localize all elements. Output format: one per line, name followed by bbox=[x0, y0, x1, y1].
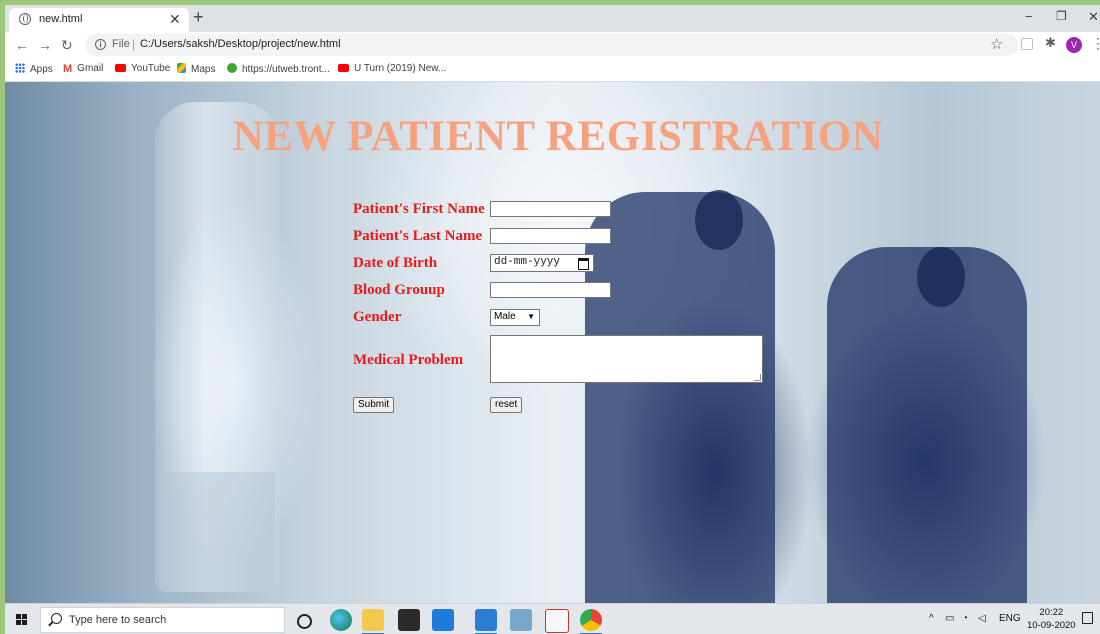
gender-select[interactable]: Male ▼ bbox=[490, 309, 540, 326]
menu-kebab-icon[interactable]: ⋮ bbox=[1091, 35, 1100, 52]
doctor-head bbox=[695, 190, 743, 250]
page-title: NEW PATIENT REGISTRATION bbox=[232, 113, 884, 160]
mail-icon[interactable] bbox=[432, 609, 454, 631]
iv-bag-liquid bbox=[160, 472, 275, 592]
doctor-head bbox=[917, 247, 965, 307]
url-text: C:/Users/saksh/Desktop/project/new.html bbox=[140, 38, 341, 50]
youtube-icon bbox=[115, 64, 126, 72]
chevron-up-icon[interactable]: ^ bbox=[929, 613, 934, 624]
address-bar[interactable]: i File | C:/Users/saksh/Desktop/project/… bbox=[85, 34, 1018, 56]
bookmark-uturn[interactable]: U Turn (2019) New... bbox=[338, 63, 446, 74]
tab-strip: new.html ✕ + − ❐ ✕ bbox=[5, 5, 1100, 32]
bookmark-maps[interactable]: Maps bbox=[177, 63, 215, 75]
url-separator: | bbox=[132, 37, 136, 51]
snipping-tool-icon[interactable] bbox=[545, 609, 569, 633]
youtube-icon bbox=[338, 64, 349, 72]
reset-button[interactable]: reset bbox=[490, 397, 523, 413]
globe-icon bbox=[19, 13, 31, 25]
maps-icon bbox=[177, 63, 186, 73]
bookmark-label: YouTube bbox=[131, 63, 171, 74]
medical-problem-textarea[interactable] bbox=[490, 335, 763, 383]
bookmark-label: Maps bbox=[191, 64, 216, 75]
bookmark-label: Apps bbox=[30, 64, 53, 75]
gender-selected-value: Male bbox=[494, 311, 516, 322]
first-name-input[interactable] bbox=[490, 201, 611, 217]
extension-icon[interactable] bbox=[1021, 38, 1033, 50]
blood-group-input[interactable] bbox=[490, 282, 611, 298]
taskbar-search[interactable]: Type here to search bbox=[40, 607, 285, 633]
bookmark-label: Gmail bbox=[77, 63, 104, 74]
browser-toolbar: ← → ↻ i File | C:/Users/saksh/Desktop/pr… bbox=[5, 32, 1100, 59]
puzzle-icon[interactable]: ✱ bbox=[1045, 35, 1057, 50]
battery-icon[interactable]: ▭ bbox=[945, 613, 954, 624]
bookmark-label: U Turn (2019) New... bbox=[354, 63, 447, 74]
word-icon[interactable] bbox=[475, 609, 497, 634]
tab-title: new.html bbox=[39, 13, 83, 25]
utorrent-icon bbox=[227, 63, 237, 73]
first-name-label: Patient's First Name bbox=[353, 201, 485, 217]
bookmark-gmail[interactable]: M Gmail bbox=[63, 63, 103, 75]
bookmark-apps[interactable]: Apps bbox=[15, 63, 53, 75]
reload-icon[interactable]: ↻ bbox=[61, 37, 73, 54]
windows-start-icon[interactable] bbox=[16, 614, 27, 625]
back-icon[interactable]: ← bbox=[15, 37, 29, 53]
browser-tab[interactable]: new.html ✕ bbox=[9, 8, 189, 32]
taskbar-search-placeholder: Type here to search bbox=[69, 614, 167, 626]
bookmark-star-icon[interactable]: ☆ bbox=[990, 35, 1003, 53]
minimize-icon[interactable]: − bbox=[1025, 9, 1033, 24]
bookmark-youtube[interactable]: YouTube bbox=[115, 63, 170, 74]
gender-label: Gender bbox=[353, 309, 402, 325]
bookmarks-bar: Apps M Gmail YouTube Maps https://utweb.t… bbox=[5, 59, 1100, 82]
bookmark-utweb[interactable]: https://utweb.tront... bbox=[227, 63, 330, 75]
resize-handle-icon[interactable] bbox=[754, 374, 761, 381]
forward-icon[interactable]: → bbox=[38, 37, 52, 53]
clock[interactable]: 20:22 10-09-2020 bbox=[1027, 606, 1076, 632]
browser-window: new.html ✕ + − ❐ ✕ ← → ↻ i File | C:/Use… bbox=[5, 5, 1100, 634]
page-viewport: NEW PATIENT REGISTRATION Patient's First… bbox=[5, 82, 1100, 603]
language-indicator[interactable]: ENG bbox=[999, 613, 1021, 624]
search-icon bbox=[51, 613, 62, 624]
blood-group-label: Blood Grouup bbox=[353, 282, 445, 298]
close-window-icon[interactable]: ✕ bbox=[1088, 9, 1099, 25]
close-tab-icon[interactable]: ✕ bbox=[169, 11, 181, 28]
calendar-icon[interactable] bbox=[578, 258, 589, 270]
gmail-icon: M bbox=[63, 63, 73, 75]
app-icon[interactable] bbox=[510, 609, 532, 631]
submit-button[interactable]: Submit bbox=[353, 397, 395, 413]
volume-icon[interactable]: ◁ bbox=[978, 613, 986, 624]
clock-time: 20:22 bbox=[1039, 607, 1064, 618]
info-icon[interactable]: i bbox=[95, 39, 106, 50]
dob-placeholder: dd-mm-yyyy bbox=[494, 256, 561, 268]
last-name-input[interactable] bbox=[490, 228, 611, 244]
apps-grid-icon bbox=[15, 63, 25, 73]
bookmark-label: https://utweb.tront... bbox=[242, 64, 330, 75]
edge-icon[interactable] bbox=[330, 609, 352, 631]
windows-taskbar: Type here to search ^ ▭ ◔ ◁ ENG 20:22 10… bbox=[5, 603, 1100, 634]
url-scheme: File bbox=[112, 38, 130, 50]
clock-date: 10-09-2020 bbox=[1027, 620, 1076, 631]
chevron-down-icon: ▼ bbox=[527, 312, 535, 321]
wifi-icon[interactable]: ◔ bbox=[962, 613, 968, 624]
chrome-icon[interactable] bbox=[580, 609, 602, 634]
maximize-icon[interactable]: ❐ bbox=[1056, 9, 1067, 23]
notification-icon[interactable] bbox=[1082, 612, 1093, 624]
file-explorer-icon[interactable] bbox=[362, 609, 384, 634]
doctor-silhouette bbox=[585, 192, 775, 603]
dob-label: Date of Birth bbox=[353, 255, 438, 271]
store-icon[interactable] bbox=[398, 609, 420, 631]
profile-avatar[interactable]: V bbox=[1066, 37, 1082, 53]
cortana-icon[interactable] bbox=[297, 614, 312, 629]
dob-input[interactable]: dd-mm-yyyy bbox=[490, 254, 594, 272]
medical-problem-label: Medical Problem bbox=[353, 352, 464, 368]
last-name-label: Patient's Last Name bbox=[353, 228, 483, 244]
new-tab-icon[interactable]: + bbox=[193, 7, 204, 28]
